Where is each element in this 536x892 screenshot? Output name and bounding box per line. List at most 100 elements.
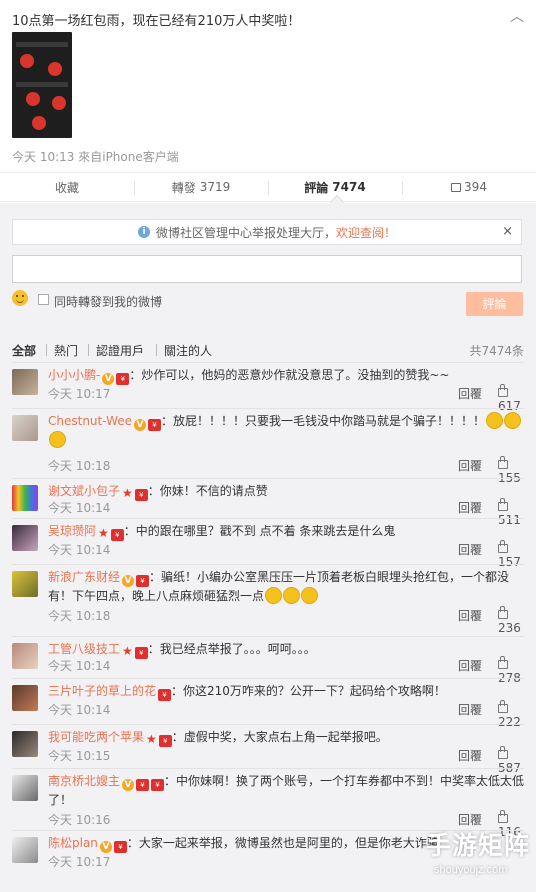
reply-button[interactable]: 回覆 [458,657,482,674]
repost-label: 轉發 [171,180,196,195]
reply-button[interactable]: 回覆 [458,747,482,764]
comment-item: 我可能吃两个苹果 ★ ¥ ：虚假中奖，大家点右上角一起举报吧。 今天 10:15 回覆… [12,724,524,775]
comment-total: 共7474条 [469,344,524,358]
emoji-icon [301,587,319,604]
reply-button[interactable]: 回覆 [458,607,482,624]
comment-item: 小小小鹏- V ¥ ：炒作可以，他妈的恶意炒作就没意思了。没抽到的赞我~~ 今天 10… [12,362,524,413]
star-icon: ★ [122,486,133,500]
comment-count: 7474 [332,180,366,194]
avatar[interactable] [12,415,38,441]
thumbs-up-icon [498,746,508,759]
avatar[interactable] [12,643,38,669]
comment-username[interactable]: 新浪广东财经 [48,570,120,584]
emoji-icon [49,431,66,448]
watermark-url: shouyoujz.com [434,864,508,876]
comment-like-button[interactable]: 236 [498,606,524,635]
filter-tab-following[interactable]: 關注的人 [164,342,212,359]
post-image-thumbnail[interactable] [12,32,72,138]
comment-text: ：放屁！！！！只要我一毛钱没中你踏马就是个骗子！！！！ [161,414,486,428]
filter-tab-hot[interactable]: 熱门 [54,342,78,359]
filter-tab-verified[interactable]: 認證用戶 [96,342,144,359]
avatar[interactable] [12,731,38,757]
comment-text: ：虚假中奖，大家点右上角一起举报吧。 [171,730,388,744]
comment-username[interactable]: 南京桥北嫂主 [48,774,120,788]
comment-username[interactable]: 工管八级技工 [48,642,120,656]
comment-text: ：大家一起来举报，微博虽然也是阿里的，但是你老大诈骗 [126,836,439,850]
red-envelope-badge-icon: ¥ [134,647,148,659]
chevron-up-icon[interactable]: ︿ [510,6,524,26]
submit-comment-button[interactable]: 評論 [466,292,523,316]
comment-time: 今天 10:14 [48,659,111,673]
comment-time: 今天 10:17 [48,387,111,401]
reply-button[interactable]: 回覆 [458,457,482,474]
avatar[interactable] [12,525,38,551]
verified-v-icon: V [134,419,147,431]
like-button[interactable]: 394 [402,173,536,201]
verified-v-icon: V [122,575,135,587]
comment-time: 今天 10:14 [48,543,111,557]
info-icon: i [137,226,150,238]
red-envelope-badge-icon: ¥ [151,779,165,791]
post-source[interactable]: 來自iPhone客户端 [78,150,179,164]
repost-checkbox[interactable] [38,294,49,305]
notice-link[interactable]: 欢迎查阅！ [336,224,396,241]
comment-username[interactable]: Chestnut-Wee [48,414,132,428]
thumbs-up-icon [498,456,508,469]
avatar[interactable] [12,685,38,711]
comment-text: ：你妹！不信的请点赞 [147,484,268,498]
star-icon: ★ [122,644,133,658]
comment-section: i 微博社区管理中心举报处理大厅， 欢迎查阅！ × 同時轉發到我的微博 評論 全… [0,203,536,892]
thumbs-up-icon [451,182,462,192]
emoji-icon [265,587,283,604]
comment-item: 谢文斌小包子 ★ ¥ ：你妹！不信的请点赞 今天 10:14 回覆 511 [12,478,524,527]
comment-username[interactable]: 谢文斌小包子 [48,484,120,498]
emoji-icon [283,587,301,604]
favorite-label: 收藏 [54,180,79,195]
weibo-post: 10点第一场红包雨，现在已经有210万人中奖啦！ ︿ 今天 10:13 來自iP… [0,0,536,172]
favorite-button[interactable]: 收藏 [0,173,134,201]
comment-item: Chestnut-Wee V ¥ ：放屁！！！！只要我一毛钱没中你踏马就是个骗子！！！… [12,408,524,485]
post-text: 10点第一场红包雨，现在已经有210万人中奖啦！ [12,14,301,29]
reply-button[interactable]: 回覆 [458,385,482,402]
red-envelope-badge-icon: ¥ [134,489,148,501]
comment-text: ：你这210万咋来的？公开一下？起码给个攻略啊！ [171,684,446,698]
red-envelope-badge-icon: ¥ [113,841,127,853]
comment-username[interactable]: 小小小鹏- [48,368,100,382]
watermark-logo: 手游矩阵 shouyoujz.com [420,818,536,892]
divider [88,344,89,356]
close-icon[interactable]: × [502,224,513,239]
comment-username[interactable]: 吴琼瓒阿 [48,524,96,538]
repost-checkbox-label: 同時轉發到我的微博 [54,295,163,309]
repost-button[interactable]: 轉發 3719 [134,173,268,201]
report-notice-banner: i 微博社区管理中心举报处理大厅， 欢迎查阅！ × [12,219,522,245]
emoji-smile-icon[interactable] [12,290,28,306]
verified-v-icon: V [102,373,115,385]
avatar[interactable] [12,775,38,801]
avatar[interactable] [12,485,38,511]
comment-filter-bar: 全部 熱门 認證用戶 關注的人 共7474条 [12,342,524,362]
filter-tab-all[interactable]: 全部 [12,342,36,359]
notice-text: 微博社区管理中心举报处理大厅， [155,225,336,240]
avatar[interactable] [12,369,38,395]
comment-username[interactable]: 陈松plan [48,836,98,850]
avatar[interactable] [12,837,38,863]
comment-label: 評論 [304,180,329,195]
reply-button[interactable]: 回覆 [458,701,482,718]
red-envelope-badge-icon: ¥ [148,419,162,431]
comment-time: 今天 10:14 [48,501,111,515]
red-envelope-badge-icon: ¥ [158,689,172,701]
post-time: 今天 10:13 [12,150,75,164]
comment-username[interactable]: 三片叶子的草上的花 [48,684,156,698]
verified-v-icon: V [122,779,135,791]
comment-time: 今天 10:18 [48,609,111,623]
comment-username[interactable]: 我可能吃两个苹果 [48,730,144,744]
emoji-icon [486,412,504,429]
reply-button[interactable]: 回覆 [458,499,482,516]
red-envelope-badge-icon: ¥ [136,575,150,587]
comment-input[interactable] [12,255,522,283]
reply-button[interactable]: 回覆 [458,541,482,558]
star-icon: ★ [146,732,157,746]
comment-item: 三片叶子的草上的花 ¥ ：你这210万咋来的？公开一下？起码给个攻略啊！ 今天 10… [12,678,524,729]
avatar[interactable] [12,571,38,597]
verified-v-icon: V [99,841,112,853]
